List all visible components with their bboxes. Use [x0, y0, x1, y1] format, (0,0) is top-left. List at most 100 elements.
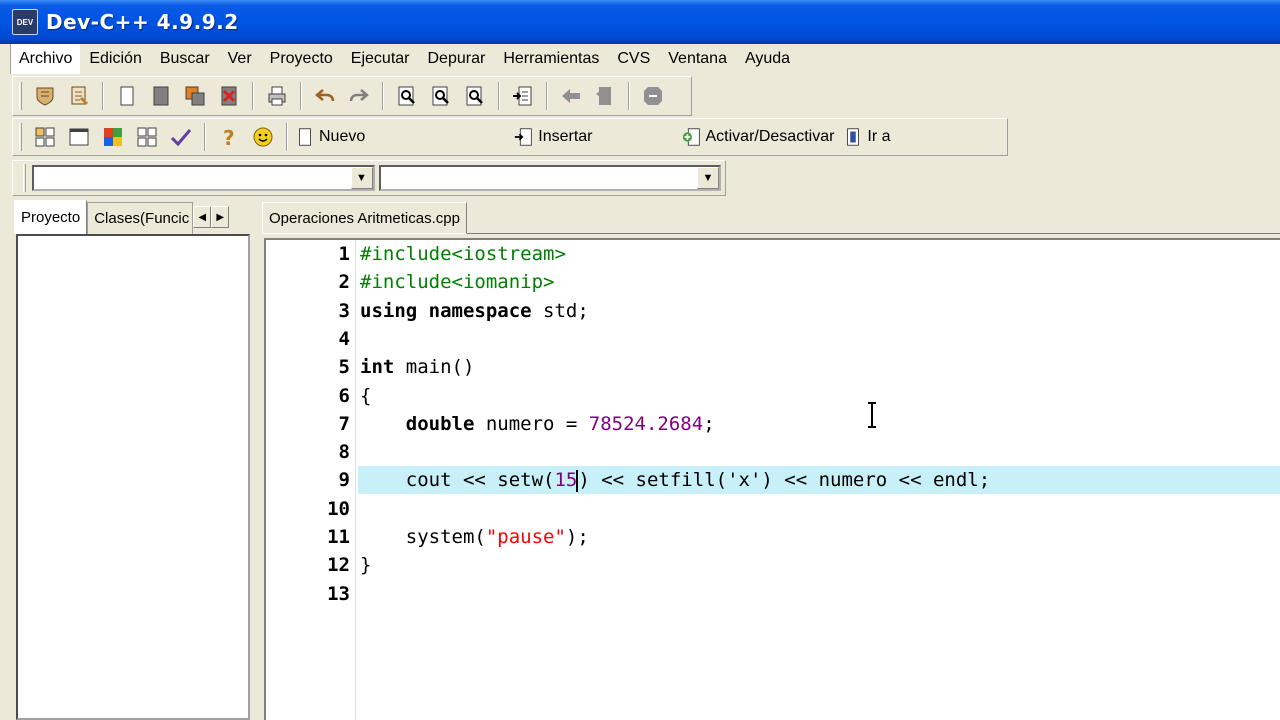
save-all-button[interactable]: [179, 80, 211, 112]
ir-a-button[interactable]: Ir a: [842, 122, 891, 152]
checkmark-icon: [170, 129, 192, 147]
code-line[interactable]: 9 cout << setw(15) << setfill('x') << nu…: [266, 466, 1280, 495]
code-line[interactable]: 1 #include<iostream>: [266, 240, 1280, 268]
code-line[interactable]: 6{: [266, 382, 1280, 410]
tab-clases[interactable]: Clases(Funcic: [87, 202, 194, 234]
menu-ayuda[interactable]: Ayuda: [736, 44, 799, 74]
rebuild-button[interactable]: [131, 121, 163, 153]
open-file-button[interactable]: [63, 80, 95, 112]
code-token: using: [360, 299, 418, 322]
toolbar-separator: [382, 82, 384, 110]
menu-ejecutar[interactable]: Ejecutar: [342, 44, 419, 74]
class-combo[interactable]: ▼: [32, 165, 375, 191]
menu-ventana[interactable]: Ventana: [659, 44, 736, 74]
ir-a-label: Ir a: [867, 128, 891, 145]
prev-bookmark-button[interactable]: [555, 80, 587, 112]
editor-tabs: Operaciones Aritmeticas.cpp: [262, 200, 1280, 234]
code-token: "pause": [485, 526, 566, 548]
line-number: 1: [338, 243, 350, 265]
main-toolbar: [12, 76, 692, 116]
menu-edicion[interactable]: Edición: [80, 44, 150, 74]
code-line[interactable]: 4: [266, 325, 1280, 353]
window-icon: [69, 128, 89, 146]
menu-depurar[interactable]: Depurar: [419, 44, 495, 74]
code-line[interactable]: 13: [266, 580, 1280, 608]
code-line[interactable]: 12}: [266, 551, 1280, 579]
save-button[interactable]: [145, 80, 177, 112]
new-file-button[interactable]: [111, 80, 143, 112]
toolbar-grip[interactable]: [19, 123, 22, 151]
new-page-icon: [299, 128, 311, 146]
code-line[interactable]: 5 int main(): [266, 353, 1280, 381]
close-file-icon: [221, 86, 237, 106]
menu-herramientas[interactable]: Herramientas: [494, 44, 608, 74]
tab-proyecto[interactable]: Proyecto: [14, 200, 88, 234]
code-line[interactable]: 11 system("pause");: [266, 523, 1280, 551]
code-token: }: [360, 554, 372, 577]
nuevo-button[interactable]: Nuevo: [294, 122, 365, 152]
menu-ver[interactable]: Ver: [219, 44, 261, 74]
code-line[interactable]: 10: [266, 495, 1280, 523]
code-token: system(: [360, 526, 486, 548]
menu-proyecto[interactable]: Proyecto: [261, 44, 342, 74]
bookmark-button[interactable]: [589, 80, 621, 112]
compile-run-button[interactable]: [97, 121, 129, 153]
text-cursor-icon: [868, 402, 876, 428]
line-number: 7: [338, 412, 350, 435]
code-text: }: [358, 551, 1280, 579]
redo-button[interactable]: [343, 80, 375, 112]
code-line[interactable]: 2 #include<iomanip>: [266, 268, 1280, 296]
svg-text:?: ?: [223, 126, 235, 149]
code-line[interactable]: 3 using namespace std;: [266, 297, 1280, 325]
code-line[interactable]: 8: [266, 438, 1280, 466]
menu-cvs[interactable]: CVS: [608, 44, 659, 74]
code-token: double: [405, 412, 475, 435]
stop-button[interactable]: [637, 80, 669, 112]
panel-splitter[interactable]: [252, 200, 262, 720]
app-icon[interactable]: DEV: [12, 9, 38, 35]
goto-line-button[interactable]: [507, 80, 539, 112]
line-number: 10: [327, 497, 350, 520]
replace-button[interactable]: [425, 80, 457, 112]
code-token: main(): [394, 356, 475, 379]
toolbar-grip[interactable]: [19, 82, 22, 110]
line-number: 9: [338, 469, 350, 492]
run-button[interactable]: [63, 121, 95, 153]
close-file-button[interactable]: [213, 80, 245, 112]
help-button[interactable]: ?: [213, 121, 245, 153]
question-mark-icon: ?: [223, 126, 235, 149]
code-text: #include<iostream>: [358, 240, 1280, 268]
member-combo[interactable]: ▼: [378, 165, 721, 191]
code-editor[interactable]: 1 #include<iostream> 2 #include<iomanip> 3 us…: [264, 238, 1280, 720]
about-button[interactable]: [247, 121, 279, 153]
tab-scroll-left-icon[interactable]: ◀: [193, 206, 212, 228]
chevron-down-icon[interactable]: ▼: [697, 167, 719, 189]
activar-desactivar-button[interactable]: Activar/Desactivar: [681, 122, 834, 152]
code-text: double numero = 78524.2684;: [358, 410, 1280, 438]
code-token: cout << setw(: [360, 469, 555, 492]
find-next-button[interactable]: [459, 80, 491, 112]
tab-operaciones-aritmeticas[interactable]: Operaciones Aritmeticas.cpp: [262, 202, 467, 234]
insertar-button[interactable]: Insertar: [513, 122, 593, 152]
redo-icon: [349, 89, 369, 102]
menu-archivo[interactable]: Archivo: [11, 44, 81, 74]
compile-button[interactable]: [29, 121, 61, 153]
find-button[interactable]: [391, 80, 423, 112]
tab-scroll-right-icon[interactable]: ▶: [211, 206, 230, 228]
open-project-button[interactable]: [29, 80, 61, 112]
chevron-down-icon[interactable]: ▼: [350, 167, 373, 189]
menu-buscar[interactable]: Buscar: [151, 44, 219, 74]
print-button[interactable]: [261, 80, 293, 112]
undo-button[interactable]: [309, 80, 341, 112]
toolbar-grip[interactable]: [23, 164, 26, 192]
printer-icon: [268, 86, 286, 106]
code-text: {: [358, 382, 1280, 410]
check-syntax-button[interactable]: [165, 121, 197, 153]
save-icon: [153, 86, 169, 106]
code-text: int main(): [358, 353, 1280, 381]
line-number: 13: [327, 582, 350, 605]
toggle-breakpoint-icon: [682, 128, 700, 146]
code-line[interactable]: 7 double numero = 78524.2684;: [266, 410, 1280, 438]
line-number: 12: [327, 554, 350, 577]
project-tree-panel[interactable]: [16, 234, 250, 720]
